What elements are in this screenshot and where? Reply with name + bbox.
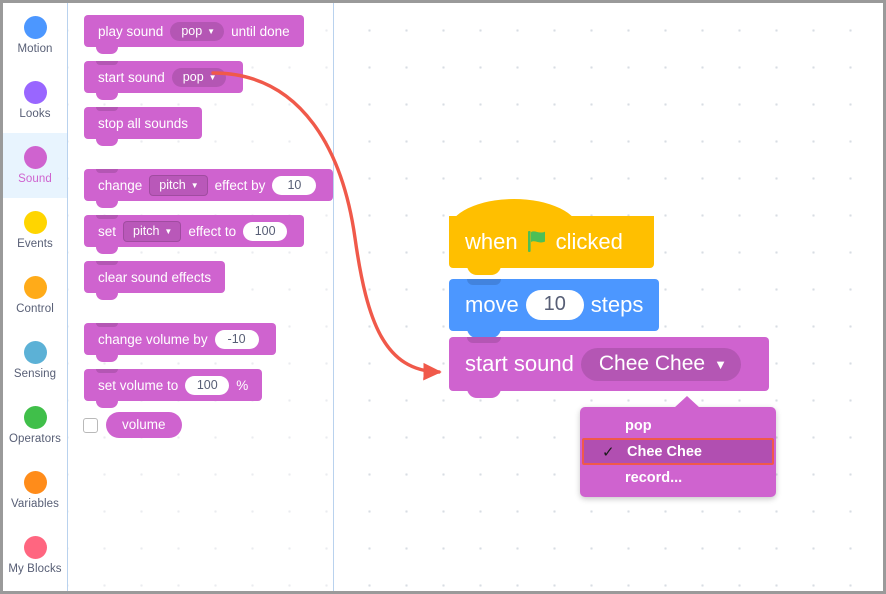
effect-dropdown-field[interactable]: pitch ▼ xyxy=(149,174,208,196)
sidebar-item-variables[interactable]: Variables xyxy=(3,458,67,523)
sound-dropdown-menu[interactable]: pop ✓ Chee Chee record... xyxy=(580,396,776,497)
palette-reporter-volume[interactable]: volume xyxy=(106,412,182,438)
myblocks-dot-icon xyxy=(23,536,47,559)
sidebar-item-sensing[interactable]: Sensing xyxy=(3,328,67,393)
block-start-sound-chee-chee[interactable]: start sound Chee Chee ▼ xyxy=(449,337,769,398)
dropdown-option-label: pop xyxy=(625,417,652,434)
effect-value-input[interactable]: 10 xyxy=(272,175,317,195)
block-label: steps xyxy=(590,292,644,317)
chevron-down-icon: ▼ xyxy=(164,226,173,236)
dropdown-option-record[interactable]: record... xyxy=(580,465,776,490)
sidebar-item-motion[interactable]: Motion xyxy=(3,3,67,68)
sidebar-item-events[interactable]: Events xyxy=(3,198,67,263)
sidebar-item-label: Sensing xyxy=(13,368,57,380)
palette-block-clear-sound-effects[interactable]: clear sound effects xyxy=(84,261,226,300)
block-label: stop all sounds xyxy=(98,115,189,131)
volume-value-input[interactable]: -10 xyxy=(214,329,259,349)
sidebar-item-my-blocks[interactable]: My Blocks xyxy=(3,523,67,588)
chevron-down-icon: ▼ xyxy=(208,72,217,82)
block-label: change volume by xyxy=(98,331,208,347)
sound-dropdown-field[interactable]: pop ▼ xyxy=(170,21,225,41)
dropdown-value: pitch xyxy=(159,177,186,192)
block-label: start sound xyxy=(465,351,574,376)
sidebar-item-label: Variables xyxy=(11,498,59,510)
category-sidebar: Motion Looks Sound Events Control Sensin… xyxy=(3,3,68,591)
block-label: clear sound effects xyxy=(98,269,212,285)
palette-block-change-volume-by[interactable]: change volume by -10 xyxy=(84,323,276,362)
dropdown-option-label: Chee Chee xyxy=(627,443,702,460)
palette-block-play-sound-until-done[interactable]: play sound pop ▼ until done xyxy=(84,15,304,54)
events-dot-icon xyxy=(23,211,47,234)
sidebar-item-label: Control xyxy=(16,303,54,315)
dropdown-pointer xyxy=(674,396,700,408)
dropdown-value: pop xyxy=(181,23,203,38)
green-flag-icon xyxy=(526,229,548,259)
dropdown-value: pop xyxy=(182,69,204,84)
block-palette: play sound pop ▼ until done start sound … xyxy=(68,3,334,591)
sound-dropdown-field[interactable]: pop ▼ xyxy=(171,67,226,87)
sidebar-item-label: Operators xyxy=(8,433,62,445)
palette-block-stop-all-sounds[interactable]: stop all sounds xyxy=(84,107,203,146)
volume-value-input[interactable]: 100 xyxy=(185,375,230,395)
block-move-steps[interactable]: move 10 steps xyxy=(449,279,659,338)
palette-block-set-volume-to[interactable]: set volume to 100 % xyxy=(84,369,263,408)
reporter-label: volume xyxy=(122,417,166,432)
steps-value-input[interactable]: 10 xyxy=(525,290,584,320)
sidebar-item-label: My Blocks xyxy=(8,563,62,575)
motion-dot-icon xyxy=(23,16,47,39)
palette-block-start-sound[interactable]: start sound pop ▼ xyxy=(84,61,243,100)
sidebar-item-label: Sound xyxy=(18,173,52,185)
sidebar-item-control[interactable]: Control xyxy=(3,263,67,328)
block-label: change xyxy=(98,177,143,193)
operators-dot-icon xyxy=(23,406,47,429)
palette-block-change-effect-by[interactable]: change pitch ▼ effect by 10 xyxy=(84,169,334,208)
sidebar-item-operators[interactable]: Operators xyxy=(3,393,67,458)
palette-block-set-effect-to[interactable]: set pitch ▼ effect to 100 xyxy=(84,215,305,254)
check-icon: ✓ xyxy=(602,443,615,461)
effect-value-input[interactable]: 100 xyxy=(243,221,288,241)
sidebar-item-looks[interactable]: Looks xyxy=(3,68,67,133)
sidebar-item-label: Motion xyxy=(17,43,53,55)
block-label: start sound xyxy=(98,69,165,85)
block-when-green-flag-clicked[interactable]: when clicked xyxy=(449,199,654,275)
chevron-down-icon: ▼ xyxy=(714,357,727,372)
variables-dot-icon xyxy=(23,471,47,494)
block-label: until done xyxy=(231,23,290,39)
dropdown-option-chee-chee[interactable]: ✓ Chee Chee xyxy=(582,438,774,465)
block-label: % xyxy=(236,377,249,393)
block-label: set volume to xyxy=(98,377,179,393)
sensing-dot-icon xyxy=(23,341,47,364)
sidebar-item-label: Looks xyxy=(19,108,51,120)
block-label: effect by xyxy=(214,177,266,193)
control-dot-icon xyxy=(23,276,47,299)
volume-monitor-checkbox[interactable] xyxy=(83,418,98,433)
scratch-editor-window: Motion Looks Sound Events Control Sensin… xyxy=(0,0,886,594)
block-label: move xyxy=(465,292,519,317)
looks-dot-icon xyxy=(23,81,47,104)
effect-dropdown-field[interactable]: pitch ▼ xyxy=(123,220,182,242)
chevron-down-icon: ▼ xyxy=(207,26,216,36)
sound-dropdown-field[interactable]: Chee Chee ▼ xyxy=(580,347,741,381)
block-label: play sound xyxy=(98,23,164,39)
sidebar-item-label: Events xyxy=(17,238,53,250)
dropdown-value: pitch xyxy=(133,223,160,238)
dropdown-value: Chee Chee xyxy=(598,351,706,375)
block-label: effect to xyxy=(188,223,237,239)
sidebar-item-sound[interactable]: Sound xyxy=(3,133,67,198)
dropdown-option-label: record... xyxy=(625,469,683,486)
dropdown-option-pop[interactable]: pop xyxy=(580,413,776,438)
chevron-down-icon: ▼ xyxy=(190,180,199,190)
sound-dot-icon xyxy=(23,146,47,169)
block-label: set xyxy=(98,223,117,239)
